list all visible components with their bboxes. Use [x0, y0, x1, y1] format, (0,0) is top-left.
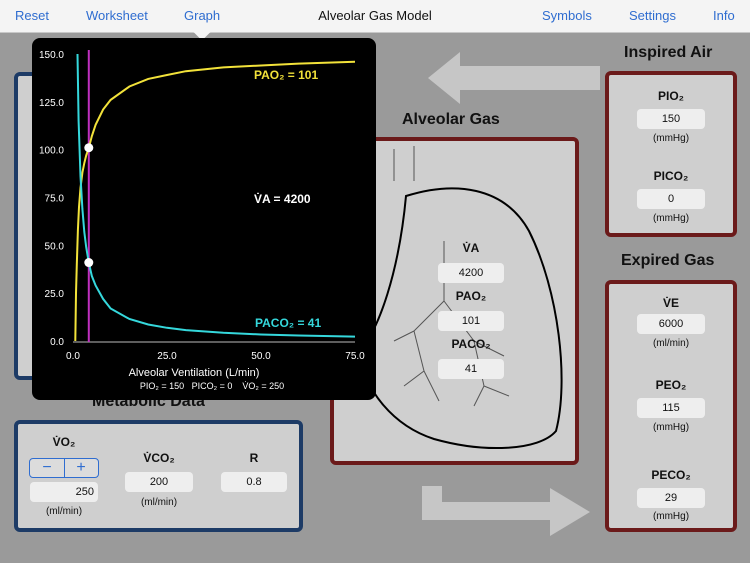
vco2-unit: (ml/min): [140, 497, 178, 508]
y-tick-label: 100.0: [39, 146, 64, 157]
y-tick-label: 0.0: [50, 337, 64, 348]
inspired-air-title: Inspired Air: [624, 44, 713, 61]
series-line-pao2: [74, 60, 356, 342]
r-value[interactable]: 0.8: [221, 472, 287, 492]
paco2-label: PACO₂: [451, 337, 491, 351]
peo2-value[interactable]: 115: [637, 398, 705, 418]
pao2-annotation: PAO₂ = 101: [254, 68, 318, 82]
ve-label: V̇E: [662, 296, 679, 310]
operating-point[interactable]: [84, 143, 94, 153]
pio2-unit: (mmHg): [652, 133, 690, 144]
ventilation-chart: 0.0 25.0 50.0 75.0 100.0 125.0 150.0 0.0 25.0 50…: [39, 50, 365, 391]
symbols-button[interactable]: Symbols: [542, 8, 592, 23]
peo2-label: PEO₂: [655, 378, 687, 392]
pico2-label: PICO₂: [653, 169, 689, 183]
vo2-label: V̇O₂: [52, 435, 76, 449]
graph-footer: PIO₂ = 150 PICO₂ = 0 V̇O₂ = 250: [140, 381, 284, 391]
va-value[interactable]: 4200: [438, 263, 504, 283]
inspired-flow-arrow: [428, 52, 600, 104]
y-tick-label: 125.0: [39, 98, 64, 109]
series-line-paco2: [76, 53, 356, 338]
expired-gas-title: Expired Gas: [621, 252, 715, 269]
x-tick-label: 75.0: [345, 351, 365, 362]
x-axis-label: Alveolar Ventilation (L/min): [129, 367, 260, 379]
ve-value[interactable]: 6000: [637, 314, 705, 334]
x-tick-label: 25.0: [157, 351, 177, 362]
ve-unit: (ml/min): [652, 338, 690, 349]
alveolar-gas-title: Alveolar Gas: [402, 111, 500, 128]
plus-button[interactable]: +: [64, 459, 98, 477]
paco2-annotation: PACO₂ = 41: [255, 316, 321, 330]
y-tick-label: 75.0: [45, 194, 65, 205]
va-annotation: V̇A = 4200: [254, 191, 311, 206]
pico2-value[interactable]: 0: [637, 189, 705, 209]
peco2-unit: (mmHg): [652, 511, 690, 522]
peo2-unit: (mmHg): [652, 422, 690, 433]
pio2-value[interactable]: 150: [637, 109, 705, 129]
x-tick-label: 50.0: [251, 351, 271, 362]
y-tick-label: 25.0: [45, 289, 65, 300]
r-label: R: [249, 451, 259, 465]
settings-button[interactable]: Settings: [629, 8, 676, 23]
expired-gas-panel: V̇E 6000 (ml/min) PEO₂ 115 (mmHg) PECO₂ …: [605, 280, 737, 532]
pio2-label: PIO₂: [657, 89, 684, 103]
peco2-value[interactable]: 29: [637, 488, 705, 508]
y-tick-label: 50.0: [45, 241, 65, 252]
paco2-value[interactable]: 41: [438, 359, 504, 379]
x-tick-label: 0.0: [66, 351, 80, 362]
vo2-unit: (ml/min): [45, 506, 83, 517]
info-button[interactable]: Info: [713, 8, 735, 23]
pao2-value[interactable]: 101: [438, 311, 504, 331]
minus-button[interactable]: −: [30, 459, 65, 477]
vo2-value[interactable]: 250: [30, 482, 98, 502]
y-tick-label: 150.0: [39, 50, 64, 61]
peco2-label: PECO₂: [651, 468, 691, 482]
expired-flow-arrow: [422, 486, 590, 536]
operating-point[interactable]: [84, 258, 94, 268]
pico2-unit: (mmHg): [652, 213, 690, 224]
top-nav-bar: Reset Worksheet Graph Alveolar Gas Model…: [0, 0, 750, 33]
vco2-label: V̇CO₂: [143, 451, 175, 465]
vco2-value[interactable]: 200: [125, 472, 193, 492]
inspired-air-panel: PIO₂ 150 (mmHg) PICO₂ 0 (mmHg): [605, 71, 737, 237]
pao2-label: PAO₂: [455, 289, 487, 303]
vo2-stepper[interactable]: − +: [29, 458, 99, 478]
va-label: V̇A: [462, 241, 480, 255]
graph-popover: 0.0 25.0 50.0 75.0 100.0 125.0 150.0 0.0 25.0 50…: [32, 38, 376, 400]
